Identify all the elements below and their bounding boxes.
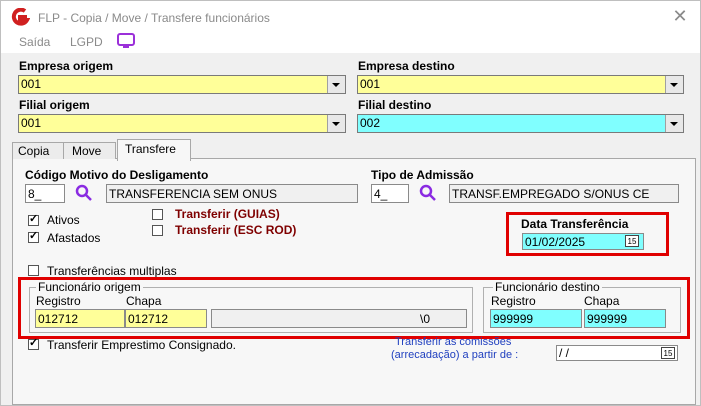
afastados-label: Afastados bbox=[47, 231, 101, 245]
app-logo-icon bbox=[11, 8, 30, 26]
tipo-admissao-label: Tipo de Admissão bbox=[371, 168, 474, 182]
tab-move-label: Move bbox=[72, 144, 102, 158]
chevron-down-icon[interactable] bbox=[665, 115, 683, 132]
calendar-icon[interactable]: 15 bbox=[625, 235, 639, 247]
transferencias-multiplas-label: Transferências multiplas bbox=[47, 264, 177, 278]
transferir-guias-label: Transferir (GUIAS) bbox=[175, 207, 280, 221]
empresa-destino-select[interactable]: 001 bbox=[357, 75, 684, 94]
codigo-motivo-label: Código Motivo do Desligamento bbox=[25, 168, 209, 182]
tipo-admissao-description: TRANSF.EMPREGADO S/ONUS CE bbox=[449, 184, 679, 203]
filial-origem-label: Filial origem bbox=[19, 98, 90, 112]
tab-transfere-label: Transfere bbox=[125, 142, 176, 156]
filial-destino-select[interactable]: 002 bbox=[357, 114, 684, 133]
search-icon[interactable] bbox=[419, 184, 437, 202]
chevron-down-icon[interactable] bbox=[327, 115, 345, 132]
tipo-admissao-input[interactable]: 4_ bbox=[371, 184, 409, 203]
funcionarios-highlight bbox=[18, 277, 690, 339]
filial-destino-label: Filial destino bbox=[358, 98, 432, 112]
chevron-down-icon[interactable] bbox=[327, 76, 345, 93]
transferir-esc-label: Transferir (ESC ROD) bbox=[175, 223, 297, 237]
menu-bar bbox=[1, 31, 700, 53]
window-title: FLP - Copia / Move / Transfere funcionár… bbox=[38, 11, 270, 25]
comissoes-date-input[interactable]: / / bbox=[556, 345, 678, 361]
menu-saida[interactable]: Saída bbox=[19, 35, 50, 49]
transferencias-multiplas-checkbox[interactable] bbox=[28, 265, 39, 276]
calendar-icon[interactable]: 15 bbox=[661, 347, 675, 359]
main-window: FLP - Copia / Move / Transfere funcionár… bbox=[0, 0, 701, 406]
ativos-label: Ativos bbox=[47, 213, 80, 227]
close-button[interactable]: ✕ bbox=[669, 6, 691, 26]
comissoes-label-line2: (arrecadação) a partir de : bbox=[391, 349, 519, 361]
empresa-origem-select[interactable]: 001 bbox=[18, 75, 346, 94]
emprestimo-checkbox[interactable] bbox=[28, 336, 39, 350]
afastados-checkbox[interactable] bbox=[28, 229, 39, 243]
transferir-esc-checkbox[interactable] bbox=[152, 225, 163, 236]
filial-origem-select[interactable]: 001 bbox=[18, 114, 346, 133]
filial-origem-value: 001 bbox=[21, 116, 42, 130]
transferir-guias-checkbox[interactable] bbox=[152, 209, 163, 220]
tab-copia-label: Copia bbox=[18, 144, 50, 158]
data-transferencia-label: Data Transferência bbox=[521, 217, 629, 231]
search-icon[interactable] bbox=[75, 184, 93, 202]
data-transferencia-value: 01/02/2025 bbox=[525, 235, 586, 249]
codigo-motivo-description: TRANSFERENCIA SEM ONUS bbox=[106, 184, 358, 203]
filial-destino-value: 002 bbox=[360, 116, 381, 130]
comissoes-label-line1: Transferir as comissões bbox=[395, 336, 512, 348]
empresa-destino-label: Empresa destino bbox=[358, 59, 455, 73]
empresa-destino-value: 001 bbox=[360, 77, 381, 91]
codigo-motivo-input[interactable]: 8_ bbox=[25, 184, 65, 203]
chevron-down-icon[interactable] bbox=[665, 76, 683, 93]
emprestimo-label: Transferir Emprestimo Consignado. bbox=[47, 338, 236, 352]
empresa-origem-value: 001 bbox=[21, 77, 42, 91]
ativos-checkbox[interactable] bbox=[28, 212, 39, 226]
monitor-icon[interactable] bbox=[117, 33, 135, 49]
title-bar: FLP - Copia / Move / Transfere funcionár… bbox=[1, 1, 700, 31]
empresa-origem-label: Empresa origem bbox=[19, 59, 114, 73]
menu-lgpd[interactable]: LGPD bbox=[70, 35, 103, 49]
